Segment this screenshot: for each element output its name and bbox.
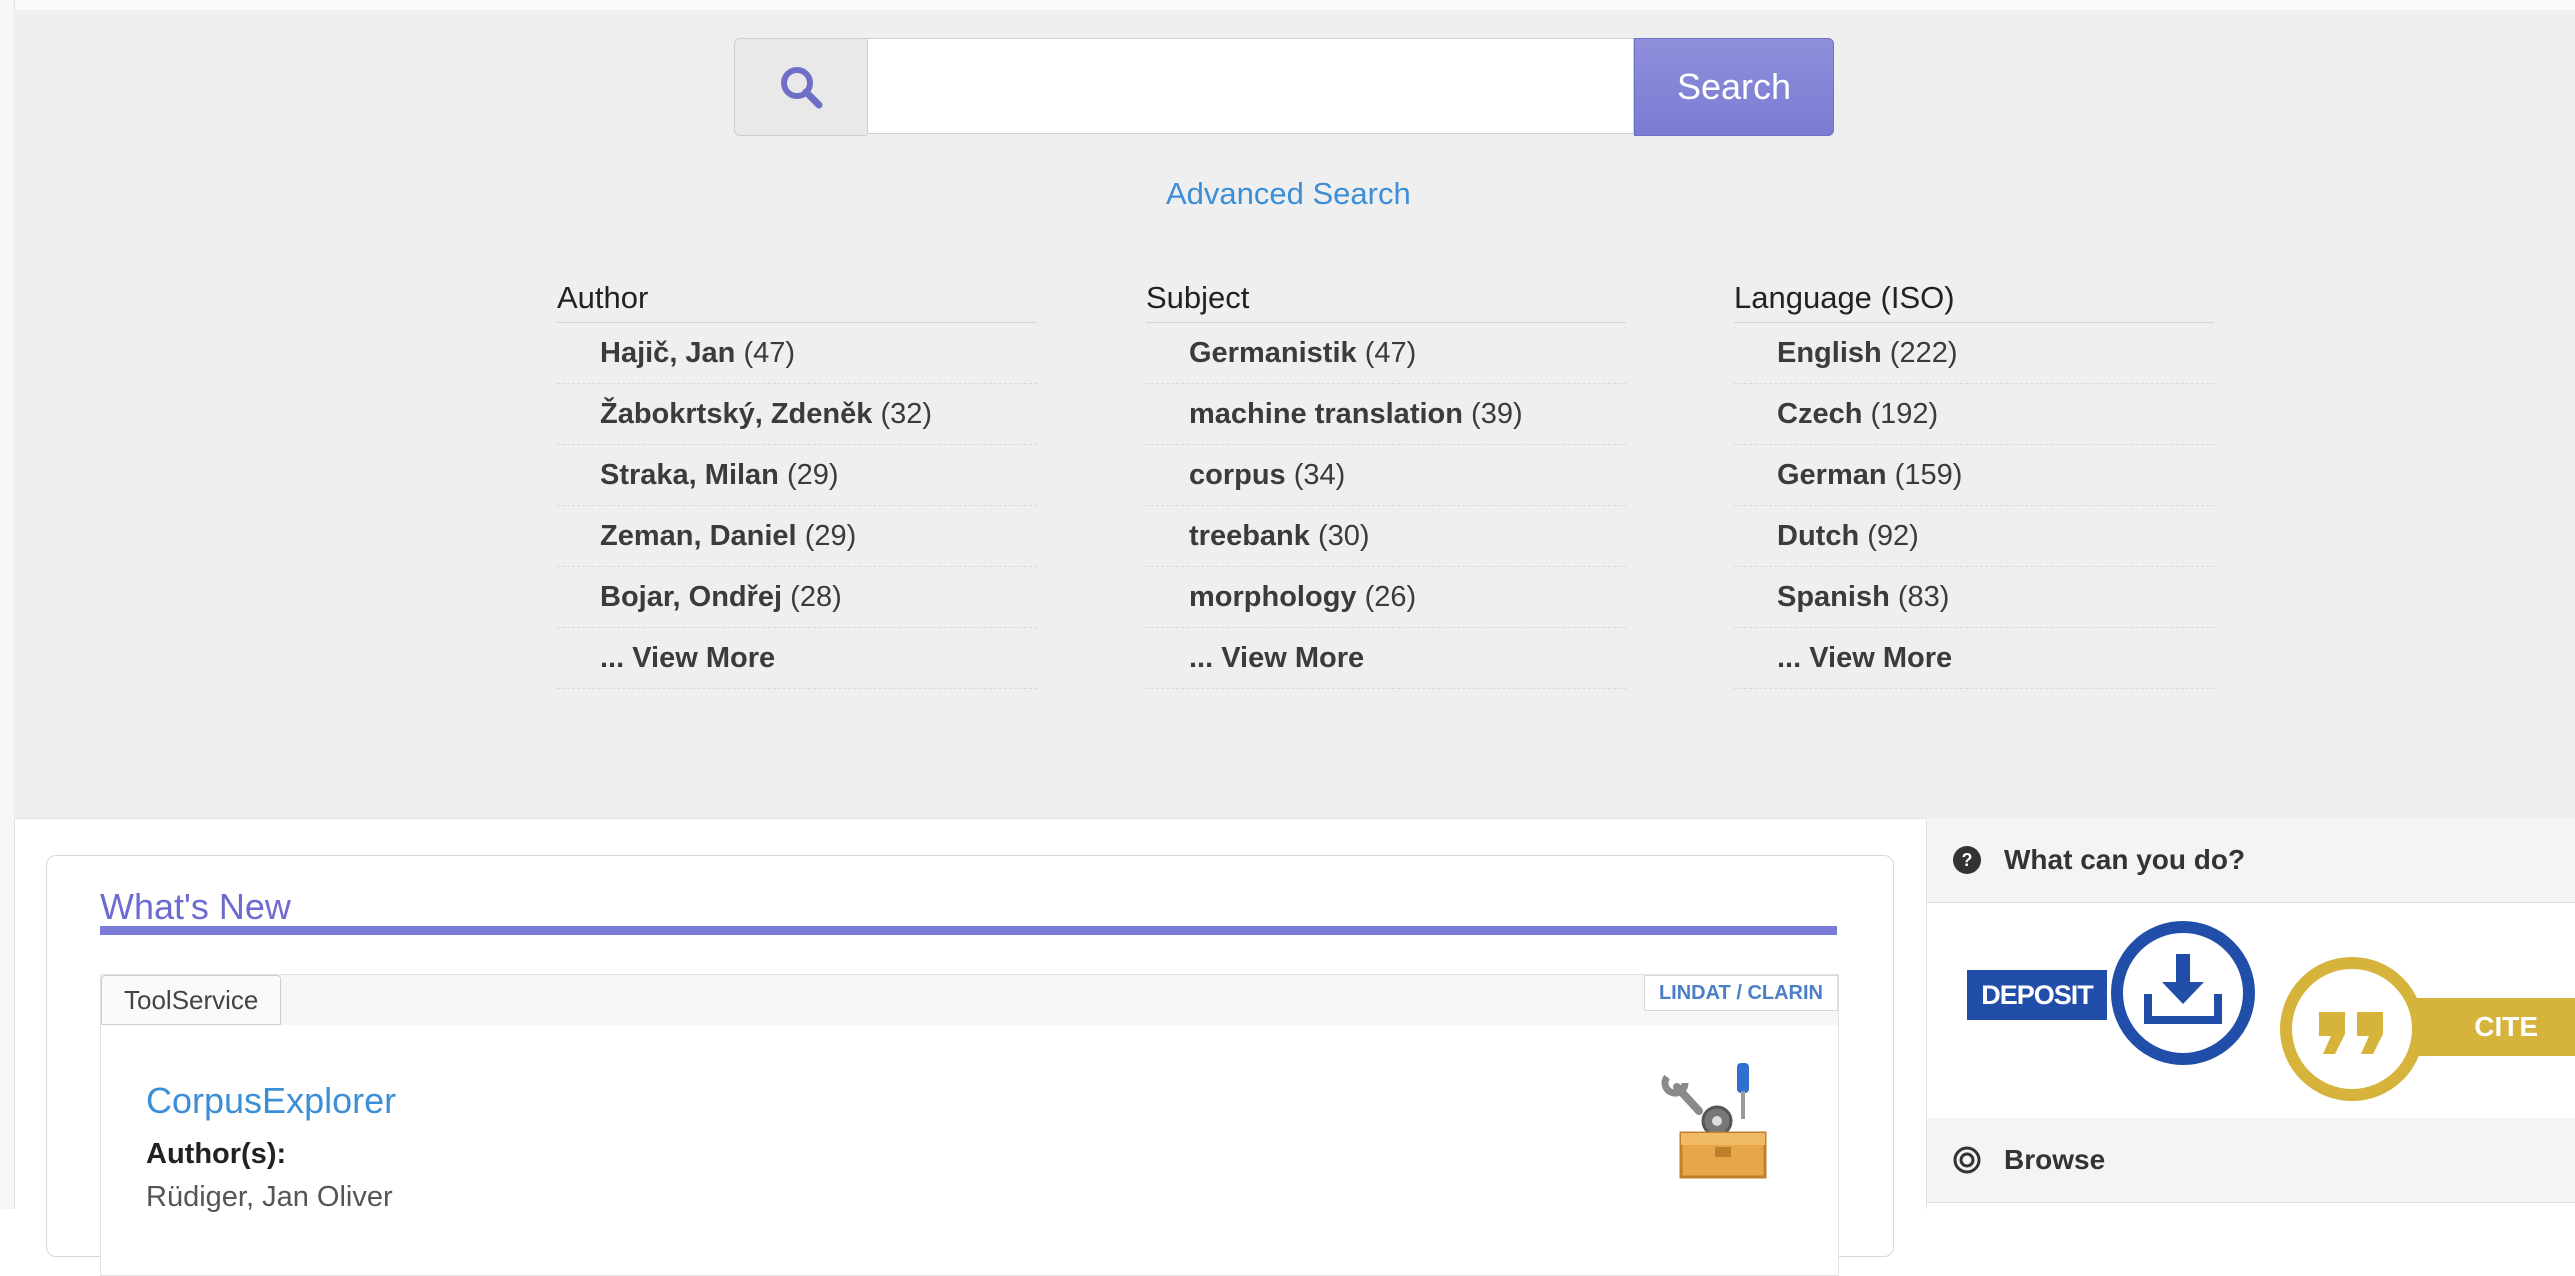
facet-item-count: (34) <box>1293 459 1346 491</box>
facet-item-name: Czech <box>1777 398 1863 430</box>
facet-item[interactable]: Bojar, Ondřej (28) <box>557 567 1037 628</box>
facet-item-count: (47) <box>1364 337 1417 369</box>
facet-author: Author Hajič, Jan (47) Žabokrtský, Zdeně… <box>557 280 1037 689</box>
whats-new-divider <box>100 926 1837 935</box>
facet-item-count: (30) <box>1317 520 1370 552</box>
facet-item-count: (159) <box>1894 459 1963 491</box>
view-more-link[interactable]: ... View More <box>557 628 1037 689</box>
whats-new-title: What's New <box>100 886 291 927</box>
facet-item-name: corpus <box>1189 459 1286 491</box>
toolbox-icon <box>1661 1063 1767 1179</box>
facet-item-name: Germanistik <box>1189 337 1357 369</box>
facet-item-count: (39) <box>1471 398 1523 430</box>
facet-item-name: Žabokrtský, Zdeněk <box>600 398 873 430</box>
facet-item[interactable]: treebank (30) <box>1146 506 1626 567</box>
facet-item-count: (26) <box>1364 581 1417 613</box>
facet-item-name: Spanish <box>1777 581 1890 613</box>
search-icon-addon[interactable] <box>734 38 867 136</box>
facet-item[interactable]: German (159) <box>1734 445 2214 506</box>
what-can-you-do-header[interactable]: ? What can you do? <box>1927 818 2575 903</box>
top-strip <box>14 0 2575 10</box>
facet-item[interactable]: machine translation (39) <box>1146 384 1626 445</box>
facet-item[interactable]: English (222) <box>1734 323 2214 384</box>
facet-item[interactable]: Spanish (83) <box>1734 567 2214 628</box>
facet-title: Language (ISO) <box>1734 280 2214 323</box>
facet-item-count: (28) <box>790 581 842 613</box>
facet-subject: Subject Germanistik (47) machine transla… <box>1146 280 1626 689</box>
facet-title: Author <box>557 280 1037 323</box>
facet-item-count: (29) <box>804 520 857 552</box>
whats-new-panel: What's New ToolService LINDAT / CLARIN C… <box>46 855 1894 1276</box>
facet-item-name: Zeman, Daniel <box>600 520 797 552</box>
left-border <box>0 0 15 1209</box>
facet-item[interactable]: Czech (192) <box>1734 384 2214 445</box>
sidebar: ? What can you do? DEPOSIT CITE Browse <box>1926 818 2575 1209</box>
search-bar: Search <box>734 38 1834 136</box>
facet-item-name: Bojar, Ondřej <box>600 581 783 613</box>
facet-item[interactable]: Hajič, Jan (47) <box>557 323 1037 384</box>
facet-item-name: Hajič, Jan <box>600 337 736 369</box>
facet-item[interactable]: Straka, Milan (29) <box>557 445 1037 506</box>
facet-item-name: treebank <box>1189 520 1310 552</box>
author-label: Author(s): <box>146 1138 287 1170</box>
item-type-tag[interactable]: ToolService <box>101 975 282 1025</box>
facet-language: Language (ISO) English (222) Czech (192)… <box>1734 280 2214 689</box>
svg-text:?: ? <box>1962 850 1973 870</box>
facet-item[interactable]: Dutch (92) <box>1734 506 2214 567</box>
question-icon: ? <box>1952 845 1982 875</box>
facet-item-name: morphology <box>1189 581 1357 613</box>
facet-item-count: (47) <box>743 337 796 369</box>
cite-icon[interactable] <box>2279 956 2425 1102</box>
facet-item-count: (92) <box>1867 520 1919 552</box>
item-title-link[interactable]: CorpusExplorer <box>146 1080 396 1122</box>
facet-item[interactable]: Zeman, Daniel (29) <box>557 506 1037 567</box>
facet-item-count: (83) <box>1897 581 1950 613</box>
facet-item-name: German <box>1777 459 1887 491</box>
facet-title: Subject <box>1146 280 1626 323</box>
browse-label: Browse <box>2004 1144 2106 1175</box>
author-name[interactable]: Rüdiger, Jan Oliver <box>146 1181 393 1214</box>
browse-icon <box>1952 1145 1982 1175</box>
search-button[interactable]: Search <box>1634 38 1834 136</box>
item-header <box>101 975 1838 1025</box>
facet-item-name: Straka, Milan <box>600 459 779 491</box>
view-more-link[interactable]: ... View More <box>1734 628 2214 689</box>
deposit-icon[interactable] <box>2110 920 2256 1066</box>
deposit-label[interactable]: DEPOSIT <box>1967 970 2107 1020</box>
collection-tag[interactable]: LINDAT / CLARIN <box>1643 975 1838 1011</box>
search-input[interactable] <box>867 38 1634 134</box>
facet-item-count: (32) <box>880 398 933 430</box>
facet-item[interactable]: Germanistik (47) <box>1146 323 1626 384</box>
browse-header[interactable]: Browse <box>1927 1118 2575 1203</box>
what-can-you-do-label: What can you do? <box>2004 844 2246 875</box>
facet-item-name: machine translation <box>1189 398 1463 430</box>
facet-item[interactable]: corpus (34) <box>1146 445 1626 506</box>
facet-item-count: (192) <box>1870 398 1939 430</box>
facet-item-name: Dutch <box>1777 520 1860 552</box>
facet-item-name: English <box>1777 337 1882 369</box>
facet-item-count: (222) <box>1889 337 1958 369</box>
view-more-link[interactable]: ... View More <box>1146 628 1626 689</box>
facet-item[interactable]: morphology (26) <box>1146 567 1626 628</box>
advanced-search-link[interactable]: Advanced Search <box>1166 176 1411 212</box>
facet-item[interactable]: Žabokrtský, Zdeněk (32) <box>557 384 1037 445</box>
facet-item-count: (29) <box>786 459 839 491</box>
item-card: ToolService LINDAT / CLARIN CorpusExplor… <box>100 974 1839 1276</box>
search-icon <box>781 67 823 109</box>
